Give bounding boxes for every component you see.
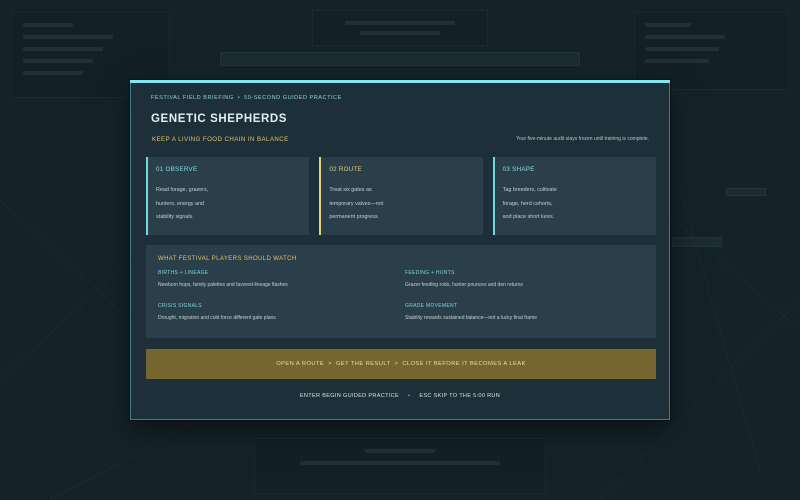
watch-item-text: Newborn hops, family palettes and favore… (158, 282, 288, 288)
card-route-body: Treat six gates as temporary valves—not … (329, 187, 384, 220)
audit-frozen-note: Your five-minute audit stays frozen unti… (516, 136, 649, 142)
banner-step-result: GET THE RESULT (335, 361, 391, 367)
card-route-stripe (319, 157, 322, 235)
modal-kicker: FESTIVAL FIELD BRIEFING • 50-SECOND GUIDED… (151, 95, 342, 101)
kicker-left: FESTIVAL FIELD BRIEFING (151, 95, 234, 101)
card-observe: 01 OBSERVE Read forage, grazers, hunters… (146, 157, 310, 235)
banner-arrow: > (394, 361, 399, 367)
card-shape-stripe (492, 157, 495, 235)
watch-item-label: FEEDING + HUNTS (405, 270, 455, 276)
watch-item-feeding: FEEDING + HUNTS Grazer feeding rods, hun… (405, 270, 652, 288)
route-loop-banner: OPEN A ROUTE > GET THE RESULT > CLOSE IT… (146, 349, 656, 379)
watch-item-label: BIRTHS + LINEAGE (158, 270, 209, 276)
watch-heading: WHAT FESTIVAL PLAYERS SHOULD WATCH (158, 256, 297, 262)
card-observe-body: Read forage, grazers, hunters, energy an… (156, 187, 209, 220)
watch-item-text: Drought, migration and cold force differ… (158, 315, 276, 321)
card-shape-body: Tag breeders, cultivate forage, herd coh… (502, 187, 557, 220)
kicker-separator: • (237, 95, 241, 101)
skip-to-run-button[interactable]: ESC SKIP TO THE 5:00 RUN (419, 393, 500, 399)
card-shape-heading: 03 SHAPE (502, 166, 535, 173)
kicker-right: 50-SECOND GUIDED PRACTICE (244, 95, 342, 101)
modal-accent-bar (130, 80, 670, 83)
card-observe-stripe (146, 157, 148, 235)
begin-practice-button[interactable]: ENTER BEGIN GUIDED PRACTICE (300, 393, 399, 399)
controls-separator: • (408, 393, 411, 399)
card-route-heading: 02 ROUTE (329, 166, 362, 173)
card-route: 02 ROUTE Treat six gates as temporary va… (319, 157, 483, 235)
watch-item-label: GRADE MOVEMENT (405, 303, 458, 309)
watch-panel: WHAT FESTIVAL PLAYERS SHOULD WATCH BIRTH… (146, 245, 656, 338)
watch-item-crisis: CRISIS SIGNALS Drought, migration and co… (158, 303, 405, 321)
watch-item-text: Stability rewards sustained balance—not … (405, 315, 538, 321)
modal-subtitle: KEEP A LIVING FOOD CHAIN IN BALANCE (152, 136, 289, 143)
card-observe-heading: 01 OBSERVE (156, 166, 198, 173)
watch-grid: BIRTHS + LINEAGE Newborn hops, family pa… (158, 270, 644, 321)
modal-title: GENETIC SHEPHERDS (151, 113, 288, 125)
card-shape: 03 SHAPE Tag breeders, cultivate forage,… (492, 157, 656, 235)
watch-item-births: BIRTHS + LINEAGE Newborn hops, family pa… (158, 270, 405, 288)
watch-item-text: Grazer feeding rods, hunter pounces and … (405, 282, 523, 288)
banner-step-open: OPEN A ROUTE (276, 361, 325, 367)
banner-step-close: CLOSE IT BEFORE IT BECOMES A LEAK (402, 361, 526, 367)
watch-item-label: CRISIS SIGNALS (158, 303, 202, 309)
briefing-modal: FESTIVAL FIELD BRIEFING • 50-SECOND GUIDED… (130, 80, 670, 420)
step-cards: 01 OBSERVE Read forage, grazers, hunters… (146, 157, 656, 235)
watch-item-grade: GRADE MOVEMENT Stability rewards sustain… (405, 303, 652, 321)
banner-arrow: > (328, 361, 332, 367)
key-controls: ENTER BEGIN GUIDED PRACTICE • ESC SKIP T… (131, 393, 669, 399)
